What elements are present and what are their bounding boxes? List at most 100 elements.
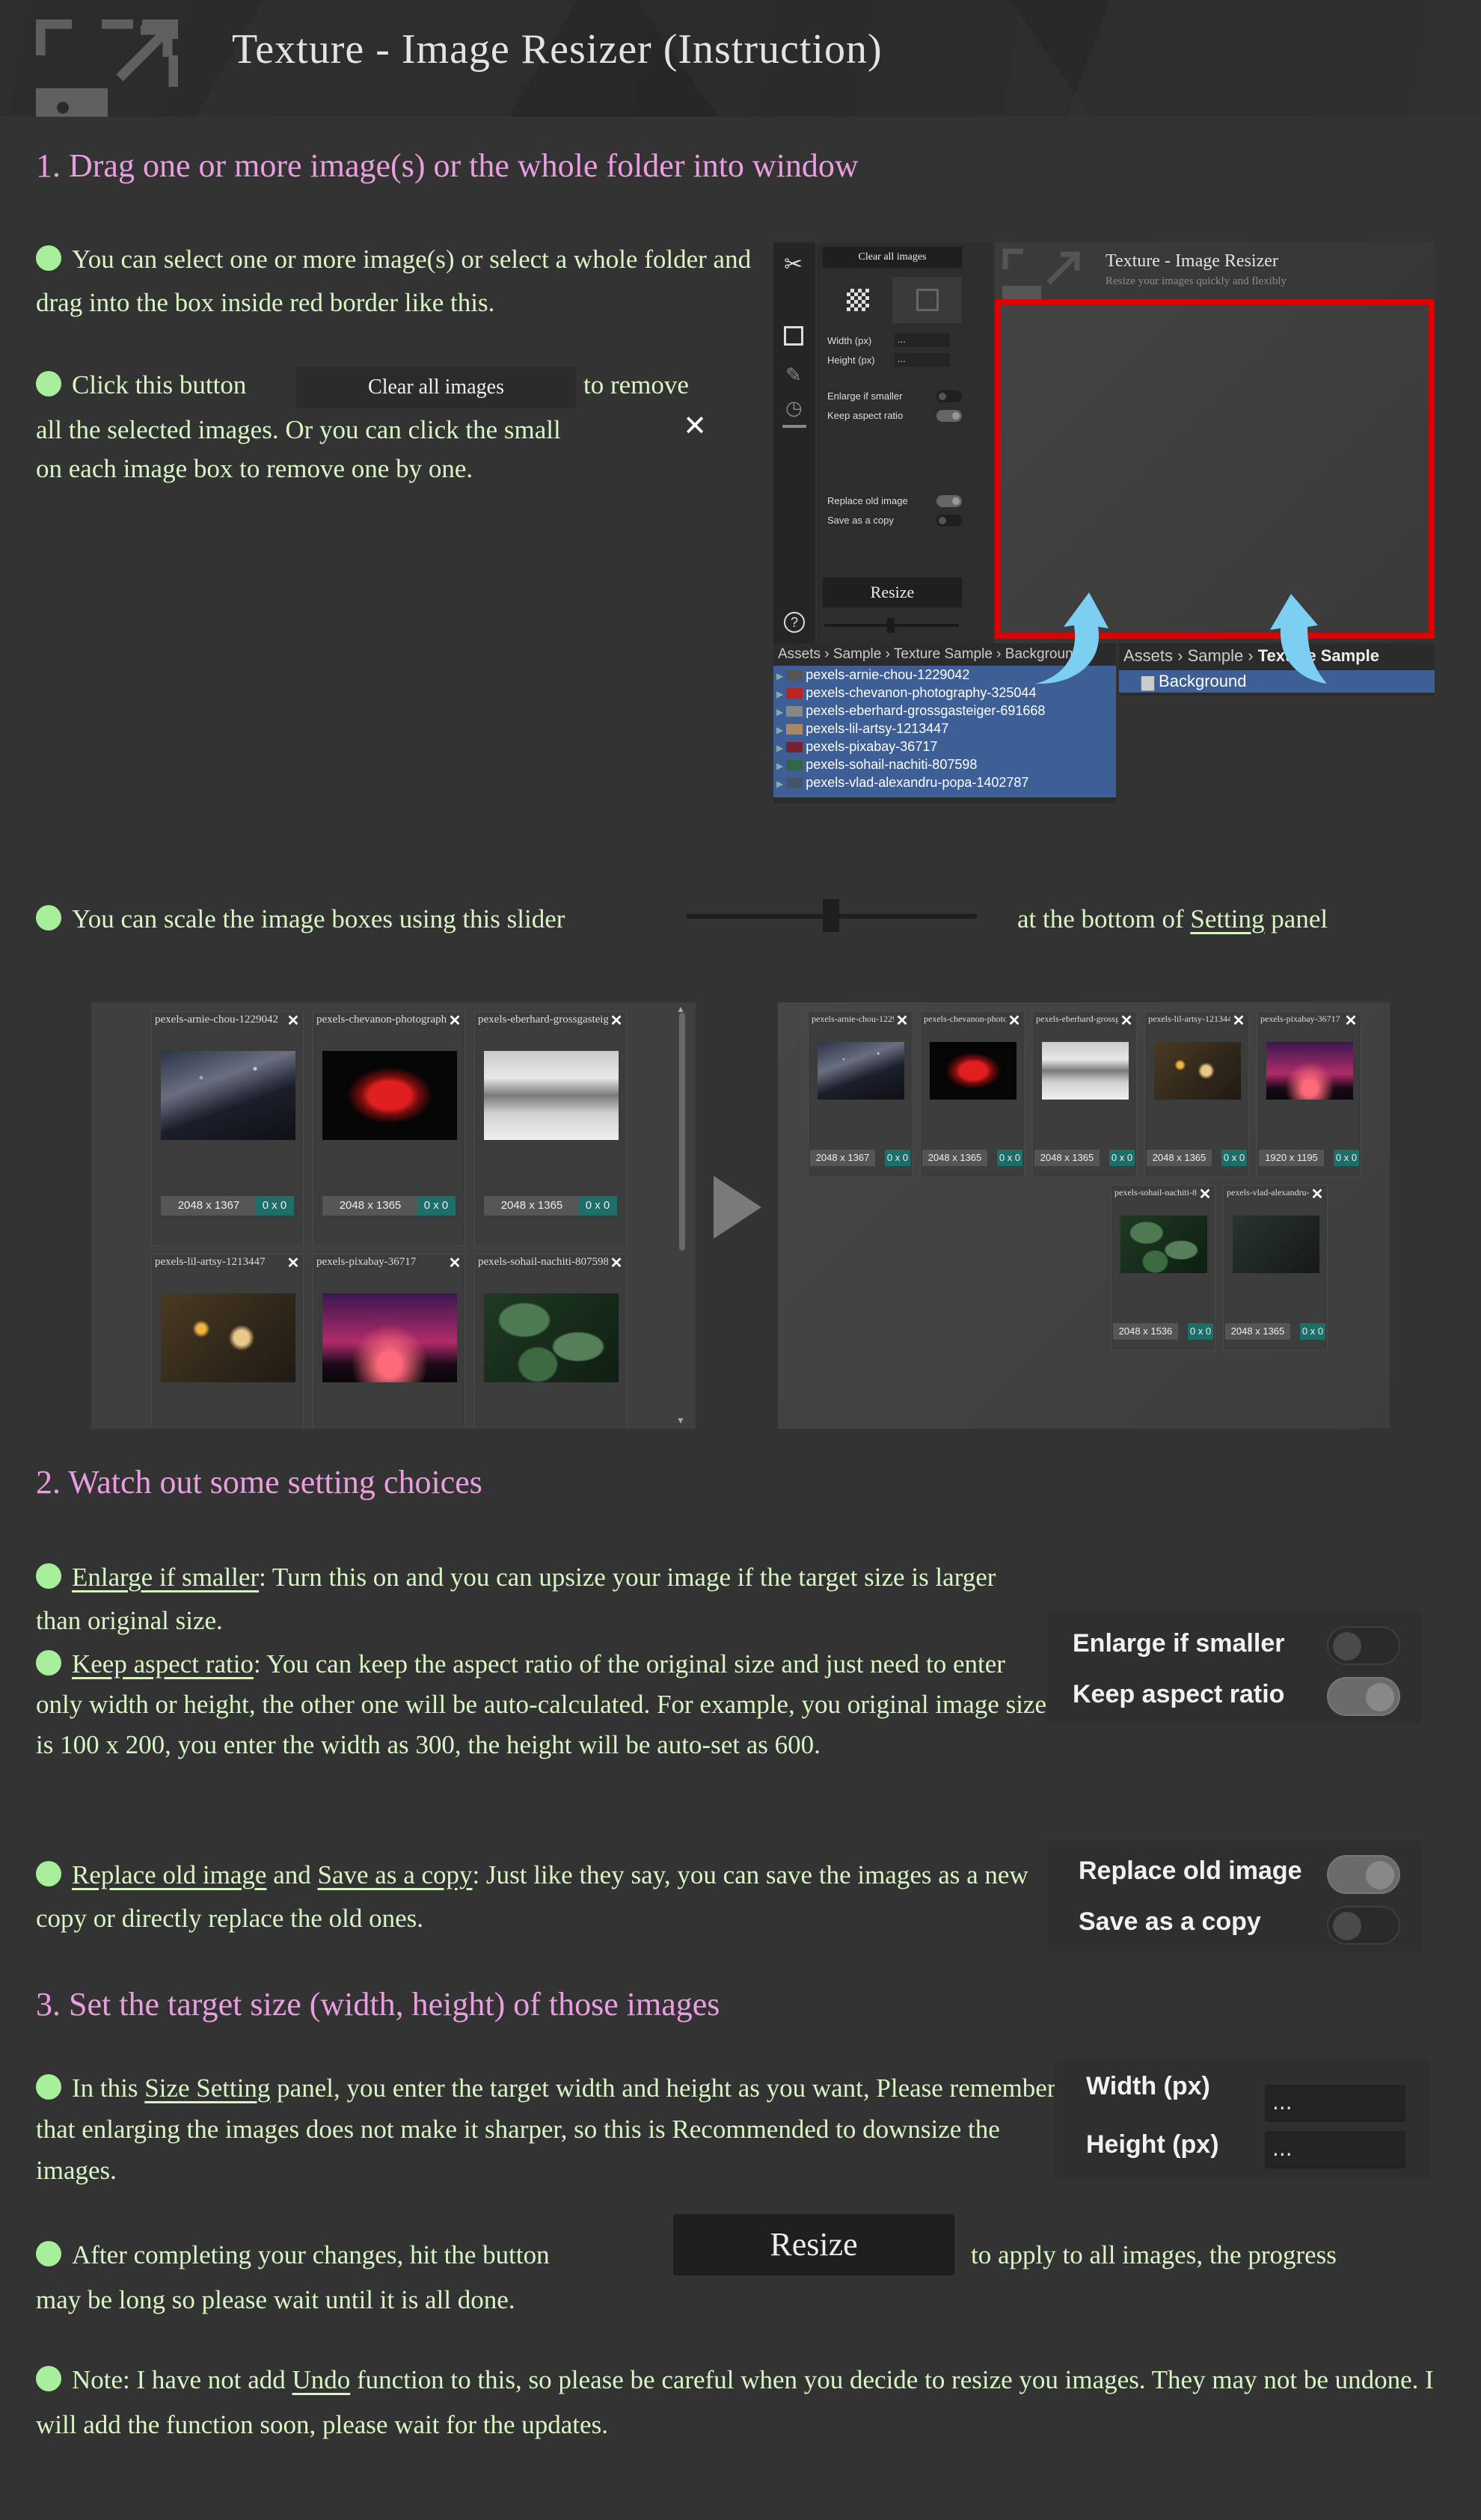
inline-slider-thumb — [823, 899, 839, 932]
expand-arrow-icon[interactable]: ▶ — [776, 707, 783, 717]
image-card[interactable]: pexels-chevanon-photography-325044✕ 2048 … — [920, 1011, 1025, 1177]
card-title: pexels-arnie-chou-1229042 — [812, 1014, 894, 1024]
image-card[interactable]: pexels-pixabay-36717 ✕ — [313, 1254, 465, 1429]
para3-line: You can scale the image boxes using this… — [36, 898, 565, 941]
expand-arrow-icon[interactable]: ▶ — [776, 743, 783, 753]
note-text-a: Note: I have not add — [72, 2365, 292, 2394]
remove-image-close-icon[interactable]: ✕ — [1198, 1187, 1212, 1202]
size-setting-panel: Width (px) ... Height (px) ... — [1055, 2060, 1429, 2180]
image-card[interactable]: pexels-arnie-chou-1229042✕2048 x 13670 x… — [151, 1011, 304, 1246]
app-clear-all-button[interactable]: Clear all images — [823, 247, 962, 268]
expand-arrow-icon[interactable]: ▶ — [776, 725, 783, 735]
image-card[interactable]: pexels-arnie-chou-1229042✕2048 x 13670 x… — [808, 1011, 913, 1177]
image-thumbnail — [484, 1051, 619, 1140]
image-thumbnail — [161, 1293, 295, 1382]
inline-close-icon: ✕ — [683, 409, 707, 442]
remove-image-close-icon[interactable]: ✕ — [609, 1014, 624, 1028]
remove-image-close-icon[interactable]: ✕ — [609, 1256, 624, 1271]
remove-image-close-icon[interactable]: ✕ — [286, 1256, 301, 1271]
file-name: pexels-eberhard-grossgasteiger-691668 — [806, 703, 1046, 718]
image-card[interactable]: pexels-sohail-nachiti-807598 ✕ — [474, 1254, 627, 1429]
clock-tool-icon[interactable]: ◷ — [785, 396, 803, 420]
card-title: pexels-chevanon-photography-325044 — [924, 1014, 1006, 1024]
remove-image-close-icon[interactable]: ✕ — [1007, 1014, 1022, 1028]
bullet-dot — [36, 2074, 61, 2100]
para3-text-a: You can scale the image boxes using this… — [72, 904, 565, 933]
app-replace-toggle[interactable] — [936, 495, 962, 507]
resize-logo-icon — [36, 19, 178, 117]
remove-image-close-icon[interactable]: ✕ — [1231, 1014, 1246, 1028]
image-card[interactable]: pexels-pixabay-36717 ✕ 1920 x 1195 0 x 0 — [1257, 1011, 1361, 1177]
thumbnail-icon — [786, 742, 803, 752]
remove-image-close-icon[interactable]: ✕ — [1310, 1187, 1325, 1202]
crumb-texture-sample[interactable]: Texture Sample — [894, 646, 993, 662]
toggle-panel-1: Enlarge if smaller Keep aspect ratio — [1047, 1611, 1421, 1723]
image-card[interactable]: pexels-sohail-nachiti-807598✕ 2048 x 1536… — [1111, 1185, 1215, 1351]
app-keep-toggle[interactable] — [936, 410, 962, 422]
remove-image-close-icon[interactable]: ✕ — [447, 1256, 462, 1271]
slider-tool-icon[interactable] — [782, 425, 806, 428]
replace-toggle[interactable] — [1327, 1855, 1400, 1894]
file-item[interactable]: ▶ pexels-eberhard-grossgasteiger-691668 — [773, 702, 1116, 720]
bullet-dot — [36, 1563, 61, 1589]
file-item[interactable]: ▶ pexels-vlad-alexandru-popa-1402787 — [773, 773, 1116, 791]
tab-resize-icon[interactable] — [892, 277, 962, 323]
remove-image-close-icon[interactable]: ✕ — [286, 1014, 301, 1028]
replace-label: Replace old image — [1079, 1857, 1302, 1885]
tab-checker-icon[interactable] — [823, 277, 892, 323]
remove-image-close-icon[interactable]: ✕ — [447, 1014, 462, 1028]
image-size-label: 1920 x 1195 — [1259, 1150, 1324, 1166]
remove-image-close-icon[interactable]: ✕ — [1343, 1014, 1358, 1028]
tools-icon[interactable]: ✂ — [784, 251, 803, 278]
height-input[interactable]: ... — [1264, 2130, 1406, 2169]
scroll-up-icon[interactable]: ▲ — [676, 1004, 685, 1014]
app-height-input[interactable]: ... — [895, 353, 950, 367]
app-enlarge-toggle[interactable] — [936, 390, 962, 402]
image-card[interactable]: pexels-lil-artsy-1213447 ✕ — [151, 1254, 304, 1429]
thumbnail-icon — [786, 670, 803, 681]
file-item[interactable]: ▶ pexels-lil-artsy-1213447 — [773, 720, 1116, 738]
target-size-badge: 0 x 0 — [578, 1196, 617, 1215]
expand-arrow-icon[interactable]: ▶ — [776, 671, 783, 681]
resize-line1: After completing your changes, hit the b… — [36, 2234, 550, 2277]
app-copy-toggle[interactable] — [936, 515, 962, 527]
app-copy-label: Save as a copy — [827, 515, 894, 526]
crumb-sample[interactable]: Sample — [833, 646, 881, 662]
grid-scrollbar[interactable] — [679, 1013, 685, 1251]
width-input[interactable]: ... — [1264, 2084, 1406, 2123]
image-card[interactable]: pexels-eberhard-grossgasteiger-691668✕ 20… — [1032, 1011, 1137, 1177]
image-thumbnail — [1154, 1042, 1241, 1100]
thumbnail-icon — [786, 778, 803, 788]
section3-heading: 3. Set the target size (width, height) o… — [36, 1986, 720, 2023]
image-card[interactable]: pexels-chevanon-photography-325044✕ 2048 … — [313, 1011, 465, 1246]
keep-term: Keep aspect ratio — [72, 1649, 254, 1679]
app-logo-icon — [1002, 248, 1080, 299]
help-icon[interactable]: ? — [784, 612, 805, 633]
image-card[interactable]: pexels-vlad-alexandru-popa-1402787✕ 2048 … — [1223, 1185, 1328, 1351]
image-size-label: 2048 x 1536 — [1113, 1323, 1178, 1340]
bullet-dot — [36, 2366, 61, 2391]
scroll-down-icon[interactable]: ▼ — [676, 1415, 685, 1426]
card-title: pexels-sohail-nachiti-807598 — [478, 1256, 608, 1268]
app-scale-slider-thumb[interactable] — [887, 618, 895, 633]
remove-image-close-icon[interactable]: ✕ — [1119, 1014, 1134, 1028]
image-card[interactable]: pexels-eberhard-grossgasteiger-691668✕ 20… — [474, 1011, 627, 1246]
expand-arrow-icon[interactable]: ▶ — [776, 689, 783, 699]
remove-image-close-icon[interactable]: ✕ — [895, 1014, 910, 1028]
file-item[interactable]: ▶ pexels-pixabay-36717 — [773, 738, 1116, 755]
app-resize-button[interactable]: Resize — [823, 577, 962, 607]
crumb-assets[interactable]: Assets — [778, 646, 821, 662]
toggle-panel-2: Replace old image Save as a copy — [1047, 1840, 1421, 1952]
enlarge-toggle[interactable] — [1327, 1626, 1400, 1665]
resize-text-c: may be long so please wait until it is a… — [36, 2285, 515, 2314]
image-card[interactable]: pexels-lil-artsy-1213447 ✕ 2048 x 1365 0 x … — [1144, 1011, 1249, 1177]
expand-arrow-icon[interactable]: ▶ — [776, 779, 783, 789]
copy-toggle[interactable] — [1327, 1906, 1400, 1945]
thumbnail-icon — [786, 706, 803, 717]
expand-arrow-icon[interactable]: ▶ — [776, 761, 783, 771]
app-width-input[interactable]: ... — [895, 334, 950, 347]
keep-toggle[interactable] — [1327, 1677, 1400, 1716]
pen-tool-icon[interactable]: ✎ — [785, 364, 802, 387]
resize-tool-icon[interactable] — [784, 326, 803, 346]
file-item[interactable]: ▶ pexels-sohail-nachiti-807598 — [773, 755, 1116, 773]
